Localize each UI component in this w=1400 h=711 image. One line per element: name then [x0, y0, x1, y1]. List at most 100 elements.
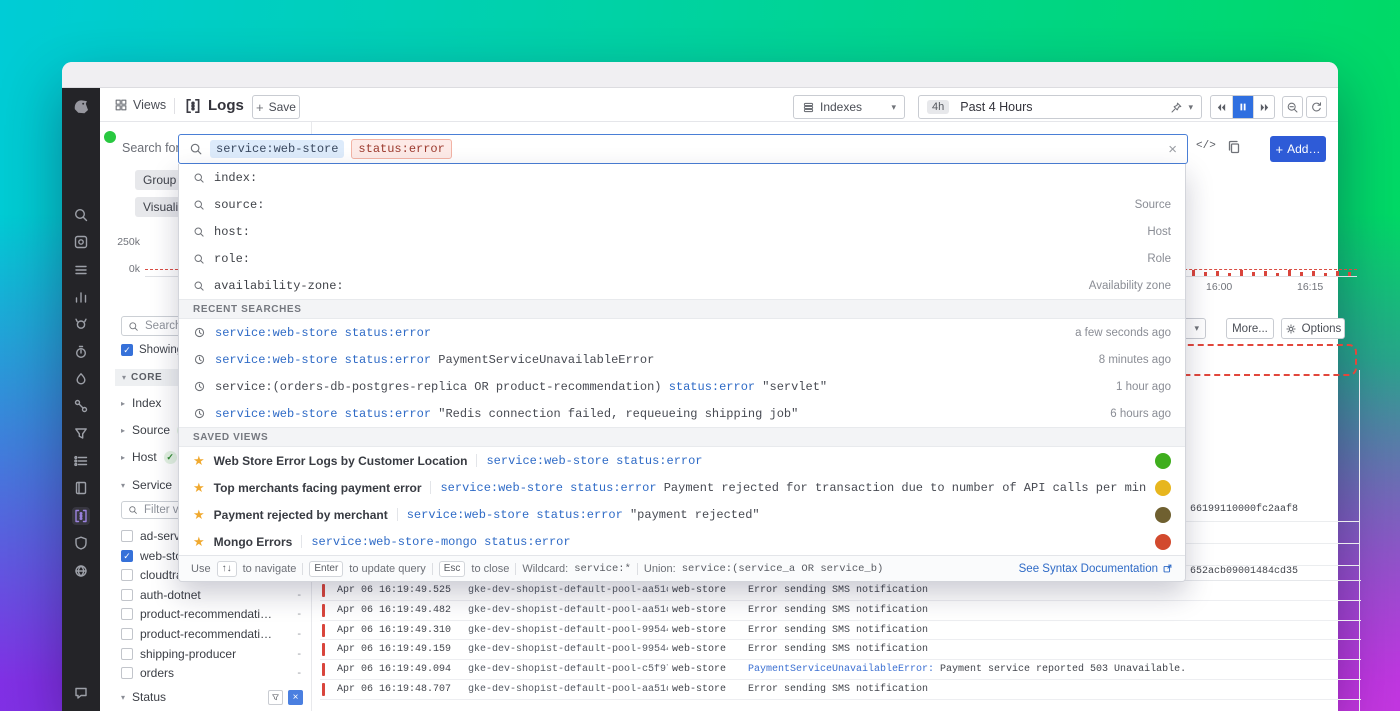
notebooks-icon[interactable] — [72, 479, 90, 497]
saved-view-row[interactable]: ★ Web Store Error Logs by Customer Locat… — [179, 447, 1185, 474]
datadog-logo[interactable] — [70, 96, 92, 118]
recent-search-row[interactable]: service:web-store status:error a few sec… — [179, 319, 1185, 346]
checkbox-icon[interactable] — [121, 589, 133, 601]
checkbox-icon[interactable] — [121, 530, 133, 542]
save-button[interactable]: + Save — [252, 95, 300, 119]
checkbox-icon[interactable] — [121, 608, 133, 620]
zoom-button[interactable] — [104, 131, 116, 143]
query-token-service[interactable]: service:web-store — [210, 140, 345, 158]
chevron-down-icon: ▾ — [121, 692, 126, 702]
pipelines-icon[interactable] — [72, 425, 90, 443]
recent-search-row[interactable]: service:web-store status:error PaymentSe… — [179, 346, 1185, 373]
zoom-out-button[interactable] — [1282, 96, 1303, 118]
time-range-select[interactable]: 4h Past 4 Hours ▾ — [918, 95, 1202, 119]
rum-icon[interactable] — [72, 562, 90, 580]
facet-value-row[interactable]: shipping-producer - — [121, 646, 305, 662]
saved-view-name: Web Store Error Logs by Customer Locatio… — [213, 453, 468, 468]
playback-controls — [1210, 95, 1275, 119]
time-range-chip: 4h — [927, 100, 950, 114]
saved-view-row[interactable]: ★ Payment rejected by merchant service:w… — [179, 501, 1185, 528]
security-icon[interactable] — [72, 534, 90, 552]
code-view-button[interactable]: </> — [1196, 140, 1216, 152]
log-host: gke-dev-shopist-default-pool-aa51cf81-3… — [468, 604, 668, 616]
watchdog-icon[interactable] — [72, 315, 90, 333]
search-icon[interactable] — [72, 206, 90, 224]
pause-button[interactable] — [1232, 96, 1253, 118]
facet-value-row[interactable]: product-recommendati… - — [121, 606, 305, 622]
indexes-icon — [803, 102, 814, 112]
divider — [301, 535, 303, 548]
recent-search-row[interactable]: service:web-store status:error "Redis co… — [179, 400, 1185, 427]
star-icon: ★ — [193, 533, 205, 549]
saved-view-row[interactable]: ★ Mongo Errors service:web-store-mongo s… — [179, 528, 1185, 555]
suggestion-row[interactable]: availability-zone: Availability zone — [179, 272, 1185, 299]
host-map-icon[interactable] — [72, 233, 90, 251]
logs-product-icon — [184, 97, 202, 120]
more-button[interactable]: More... — [1226, 318, 1274, 339]
checkbox-icon[interactable] — [121, 667, 133, 679]
infrastructure-icon[interactable] — [72, 261, 90, 279]
facet-host[interactable]: ▸ Host ✓ — [121, 450, 177, 464]
error-status-bar — [322, 623, 325, 637]
facet-value-row[interactable]: auth-dotnet - — [121, 587, 305, 603]
metrics-icon[interactable] — [72, 288, 90, 306]
funnel-icon — [272, 693, 279, 700]
recent-search-row[interactable]: service:(orders-db-postgres-replica OR p… — [179, 373, 1185, 400]
window-titlebar — [62, 62, 1338, 143]
log-row[interactable]: Apr 06 16:19:49.310 gke-dev-shopist-defa… — [320, 621, 1361, 641]
log-date: Apr 06 16:19:49.482 — [337, 604, 452, 616]
refresh-button[interactable] — [1306, 96, 1327, 118]
log-row[interactable]: Apr 06 16:19:49.159 gke-dev-shopist-defa… — [320, 640, 1361, 661]
views-button[interactable]: Views — [114, 98, 166, 112]
logs-icon[interactable] — [72, 507, 90, 525]
toolbar-divider — [174, 98, 175, 114]
options-button[interactable]: Options — [1281, 318, 1345, 339]
log-row[interactable]: Apr 06 16:19:49.525 gke-dev-shopist-defa… — [320, 581, 1361, 601]
status-filter-button[interactable] — [268, 689, 283, 705]
copy-icon[interactable] — [1226, 139, 1242, 160]
step-forward-button[interactable] — [1253, 96, 1274, 118]
clear-status-filter-button[interactable]: × — [288, 689, 303, 705]
indexes-select[interactable]: Indexes ▾ — [793, 95, 905, 119]
checkbox-checked-icon[interactable]: ✓ — [121, 550, 133, 562]
facet-status[interactable]: ▾ Status × — [121, 689, 305, 705]
profiling-icon[interactable] — [72, 370, 90, 388]
search-icon — [129, 506, 137, 514]
log-service: web-store — [672, 644, 727, 656]
chevron-down-icon: ▾ — [122, 373, 127, 382]
processes-icon[interactable] — [72, 452, 90, 470]
autocomplete-footer: Use ↑↓ to navigate Enter to update query… — [179, 555, 1185, 581]
chevron-down-icon: ▾ — [1188, 101, 1193, 112]
facet-value-row[interactable]: orders - — [121, 665, 305, 681]
divider — [431, 562, 433, 575]
suggestion-row[interactable]: index: — [179, 164, 1185, 191]
log-row[interactable]: Apr 06 16:19:48.707 gke-dev-shopist-defa… — [320, 680, 1361, 700]
step-back-button[interactable] — [1211, 96, 1232, 118]
log-service: web-store — [672, 664, 727, 676]
search-input[interactable]: service:web-store status:error × — [178, 134, 1188, 164]
checkbox-icon[interactable] — [121, 648, 133, 660]
error-status-bar — [322, 643, 325, 657]
facet-index[interactable]: ▸ Index — [121, 396, 161, 410]
checkbox-icon[interactable] — [121, 569, 133, 581]
syntax-documentation-link[interactable]: See Syntax Documentation — [1019, 563, 1173, 575]
suggestion-row[interactable]: source: Source — [179, 191, 1185, 218]
enabled-check-icon: ✓ — [163, 450, 177, 464]
clear-search-icon[interactable]: × — [1168, 141, 1177, 158]
checkbox-icon[interactable] — [121, 628, 133, 640]
network-icon[interactable] — [72, 397, 90, 415]
query-token-status[interactable]: status:error — [351, 139, 452, 159]
log-row[interactable]: Apr 06 16:19:49.094 gke-dev-shopist-defa… — [320, 660, 1361, 680]
pin-icon[interactable] — [1170, 101, 1183, 114]
log-date: Apr 06 16:19:49.525 — [337, 585, 452, 596]
support-chat-icon[interactable] — [72, 684, 90, 702]
suggestion-row[interactable]: role: Role — [179, 245, 1185, 272]
add-button[interactable]: + Add… — [1270, 136, 1326, 162]
log-date: Apr 06 16:19:49.094 — [337, 664, 452, 676]
log-row[interactable]: Apr 06 16:19:49.482 gke-dev-shopist-defa… — [320, 601, 1361, 621]
suggestion-row[interactable]: host: Host — [179, 218, 1185, 245]
facet-value-row[interactable]: product-recommendati… - — [121, 626, 305, 642]
saved-view-row[interactable]: ★ Top merchants facing payment error ser… — [179, 474, 1185, 501]
search-for-label: Search for — [122, 141, 180, 155]
apm-icon[interactable] — [72, 343, 90, 361]
